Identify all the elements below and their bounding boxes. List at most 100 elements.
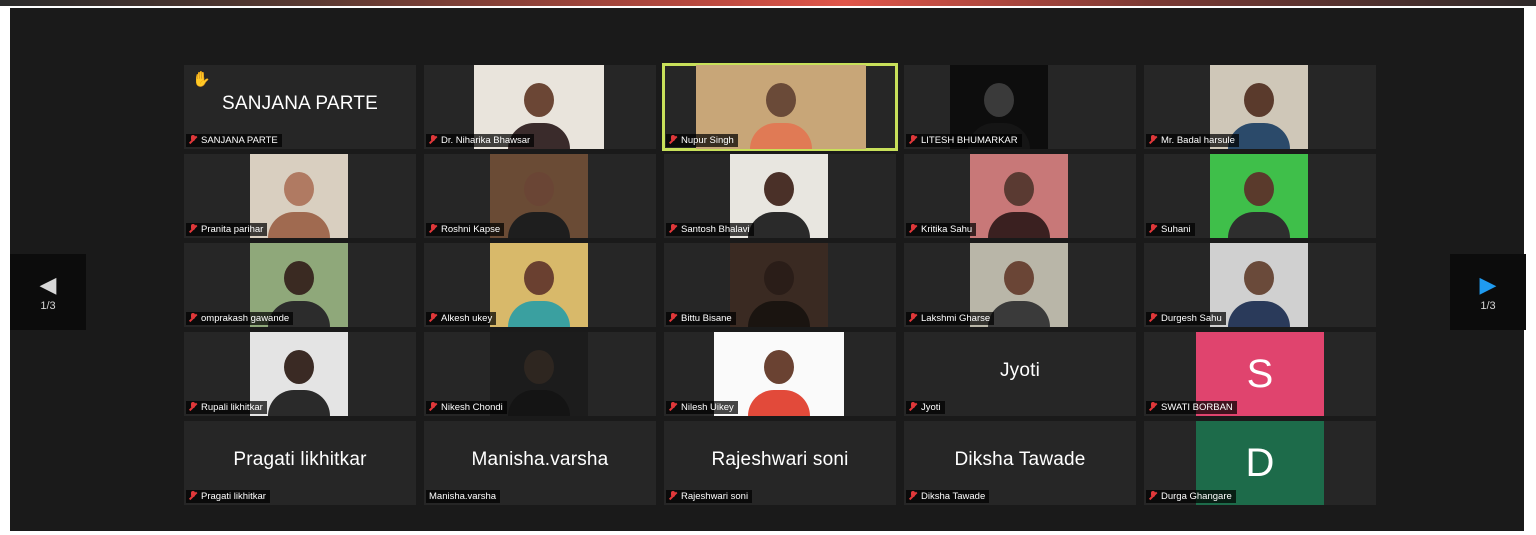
participant-display-name: Rajeshwari soni [711,449,849,470]
mic-muted-icon [909,135,917,144]
participant-name-label: Lakshmi Gharse [906,312,995,325]
participant-tile[interactable]: LITESH BHUMARKAR [904,65,1136,149]
participant-name-label: Durgesh Sahu [1146,312,1226,325]
mic-muted-icon [1149,224,1157,233]
mic-muted-icon [189,313,197,322]
participant-tile[interactable]: Lakshmi Gharse [904,243,1136,327]
participant-tile[interactable]: Diksha Tawade Diksha Tawade [904,421,1136,505]
participant-tile[interactable]: Alkesh ukey [424,243,656,327]
participant-name-label: Dr. Niharika Bhawsar [426,134,535,147]
participant-name: Dr. Niharika Bhawsar [441,135,531,146]
participant-body [268,390,330,416]
shared-screen-strip [0,0,1536,6]
participant-name: Manisha.varsha [429,491,497,502]
participant-name-label: Rajeshwari soni [666,490,753,503]
mic-muted-icon [189,224,197,233]
mic-muted-icon [189,402,197,411]
participant-name: Durga Ghangare [1161,491,1232,502]
participant-head [764,261,794,295]
mic-muted-icon [669,313,677,322]
participant-name: Jyoti [921,402,941,413]
participant-video [490,154,588,238]
participant-body [1228,301,1290,327]
arrow-left-icon: ◀ [39,272,57,297]
participant-video [970,154,1068,238]
previous-page-button[interactable]: ◀ 1/3 [10,254,86,330]
participant-body [748,212,810,238]
mic-muted-icon [669,224,677,233]
participant-name-label: Jyoti [906,401,945,414]
participant-name: Bittu Bisane [681,313,732,324]
participant-name: Alkesh ukey [441,313,493,324]
participant-name: LITESH BHUMARKAR [921,135,1018,146]
participant-name: Durgesh Sahu [1161,313,1222,324]
participant-head [1244,83,1274,117]
participant-head [524,350,554,384]
participant-name: Diksha Tawade [921,491,986,502]
participant-tile[interactable]: Rajeshwari soni Rajeshwari soni [664,421,896,505]
mic-muted-icon [669,491,677,500]
participant-tile[interactable]: D Durga Ghangare [1144,421,1376,505]
participant-tile[interactable]: S SWATI BORBAN [1144,332,1376,416]
participant-tile[interactable]: Manisha.varsha Manisha.varsha [424,421,656,505]
next-page-button[interactable]: ▶ 1/3 [1450,254,1526,330]
participant-tile[interactable]: Nilesh Uikey [664,332,896,416]
participant-name-label: Santosh Bhalavi [666,223,754,236]
participant-tile[interactable]: Pranita parihar [184,154,416,238]
participant-display-name: Jyoti [999,360,1041,381]
participant-body [988,301,1050,327]
meeting-stage: ◀ 1/3 ▶ 1/3 SANJANA PARTE ✋ SANJANA PARTE D… [10,8,1526,531]
participant-name-label: LITESH BHUMARKAR [906,134,1022,147]
participant-head [984,83,1014,117]
participant-tile[interactable]: Durgesh Sahu [1144,243,1376,327]
participant-tile[interactable]: Roshni Kapse [424,154,656,238]
mic-muted-icon [189,135,197,144]
participant-tile[interactable]: Dr. Niharika Bhawsar [424,65,656,149]
participant-tile[interactable]: Rupali likhitkar [184,332,416,416]
participant-video [730,243,828,327]
participant-tile[interactable]: Jyoti Jyoti [904,332,1136,416]
participant-tile[interactable]: Mr. Badal harsule [1144,65,1376,149]
participant-name-label: Manisha.varsha [426,490,501,503]
participant-tile[interactable]: Suhani [1144,154,1376,238]
participant-name: Pragati likhitkar [201,491,266,502]
mic-muted-icon [429,224,437,233]
participant-name: Rajeshwari soni [681,491,749,502]
mic-muted-icon [909,224,917,233]
participant-head [764,172,794,206]
participant-tile[interactable]: omprakash gawande [184,243,416,327]
participant-body [748,301,810,327]
mic-muted-icon [429,402,437,411]
participant-body [508,212,570,238]
participant-name-label: Bittu Bisane [666,312,736,325]
participant-name-label: Nilesh Uikey [666,401,738,414]
participant-name-label: Suhani [1146,223,1195,236]
participant-name: Nupur Singh [681,135,734,146]
participant-body [988,212,1050,238]
participant-display-name: Diksha Tawade [954,449,1086,470]
mic-muted-icon [1149,402,1157,411]
participant-tile[interactable]: Bittu Bisane [664,243,896,327]
participant-body [1228,212,1290,238]
participant-video [1210,154,1308,238]
raised-hand-icon: ✋ [192,71,211,88]
mic-muted-icon [669,402,677,411]
participant-tile[interactable]: Nikesh Chondi [424,332,656,416]
mic-muted-icon [909,491,917,500]
participant-display-name: Manisha.varsha [471,449,609,470]
participant-name: Rupali likhitkar [201,402,263,413]
gallery-grid: SANJANA PARTE ✋ SANJANA PARTE Dr. Niharika … [184,63,1376,505]
participant-head [1004,172,1034,206]
participant-tile[interactable]: Pragati likhitkar Pragati likhitkar [184,421,416,505]
participant-tile[interactable]: SANJANA PARTE ✋ SANJANA PARTE [184,65,416,149]
participant-name: Lakshmi Gharse [921,313,991,324]
mic-muted-icon [429,313,437,322]
participant-name-label: Diksha Tawade [906,490,990,503]
participant-tile[interactable]: Santosh Bhalavi [664,154,896,238]
participant-name-label: SWATI BORBAN [1146,401,1237,414]
participant-body [748,390,810,416]
participant-tile[interactable]: Nupur Singh [662,63,898,151]
page-indicator: 1/3 [1480,300,1496,312]
participant-head [284,350,314,384]
participant-tile[interactable]: Kritika Sahu [904,154,1136,238]
